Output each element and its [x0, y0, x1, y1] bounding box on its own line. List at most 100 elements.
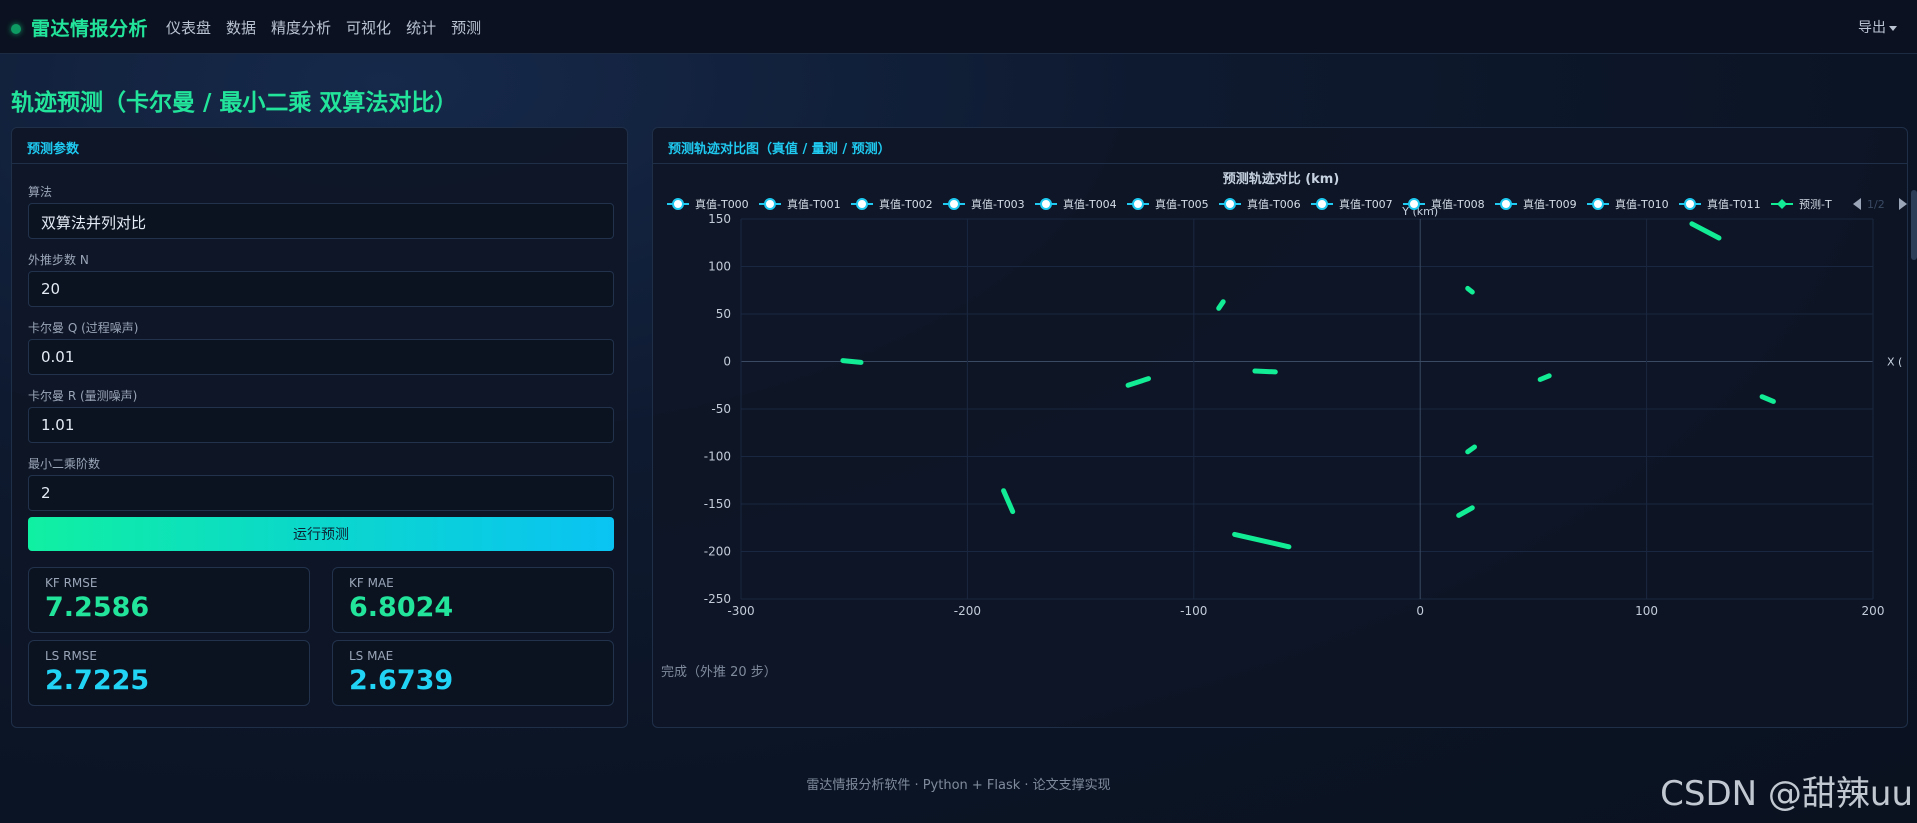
kf-r-input[interactable]: 1.01 [28, 407, 614, 443]
y-tick-label: -100 [704, 450, 731, 464]
legend-marker-icon [856, 198, 868, 210]
legend-marker-icon [1132, 198, 1144, 210]
legend-entry: 真值-T011 [1707, 197, 1761, 211]
nav-statistics[interactable]: 统计 [406, 17, 436, 38]
trajectory-path [1537, 373, 1552, 382]
algorithm-select[interactable]: 双算法并列对比 [28, 203, 614, 239]
export-dropdown[interactable]: 导出 [1858, 17, 1897, 37]
nav-prediction[interactable]: 预测 [451, 17, 481, 38]
params-header: 预测参数 [12, 128, 627, 164]
y-tick-label: 100 [708, 260, 731, 274]
legend-entry: 真值-T007 [1339, 197, 1393, 211]
trajectory-path [1216, 299, 1226, 311]
kf-q-input[interactable]: 0.01 [28, 339, 614, 375]
legend-next-icon [1899, 198, 1907, 210]
trajectory-path [1125, 376, 1151, 388]
legend-marker-icon [1592, 198, 1604, 210]
trajectory-path [1456, 505, 1475, 518]
run-prediction-button[interactable]: 运行预测 [28, 517, 614, 551]
legend-marker-icon [1684, 198, 1696, 210]
legend-pager: 1/2 [1867, 198, 1885, 211]
trajectory-path [1232, 531, 1292, 550]
kf-rmse-card: KF RMSE 7.2586 [28, 567, 310, 633]
trajectory-path [1465, 285, 1475, 295]
ls-order-label: 最小二乘阶数 [28, 457, 101, 471]
x-tick-label: -300 [727, 604, 754, 618]
nav-dashboard[interactable]: 仪表盘 [166, 17, 211, 38]
footer: 雷达情报分析软件 · Python + Flask · 论文支撑实现 [806, 778, 1111, 793]
x-tick-label: 0 [1416, 604, 1424, 618]
trajectory-path [1465, 444, 1477, 455]
brand-logo-icon [11, 24, 21, 34]
prediction-params-panel: 预测参数 算法 双算法并列对比 外推步数 N 20 卡尔曼 Q (过程噪声) 0… [11, 127, 628, 728]
y-tick-label: 150 [708, 212, 731, 226]
legend-marker-icon [1040, 198, 1052, 210]
chart-header: 预测轨迹对比图（真值 / 量测 / 预测） [653, 128, 1907, 164]
trajectory-path [1689, 221, 1722, 241]
legend-entry: 真值-T010 [1615, 197, 1669, 211]
kf-mae-label: KF MAE [349, 576, 394, 590]
y-tick-label: -200 [704, 545, 731, 559]
legend-entry: 真值-T002 [879, 197, 933, 211]
legend-prev-icon [1853, 198, 1861, 210]
legend-marker-icon [1777, 199, 1787, 209]
y-tick-label: 0 [723, 355, 731, 369]
legend-entry: 真值-T004 [1063, 197, 1117, 211]
nav-visualization[interactable]: 可视化 [346, 17, 391, 38]
legend-entry: 预测-T [1799, 198, 1832, 211]
status-text: 完成（外推 20 步） [661, 665, 777, 680]
kf-rmse-value: 7.2586 [45, 592, 150, 623]
legend-marker-icon [1500, 198, 1512, 210]
x-tick-label: -100 [1180, 604, 1207, 618]
ls-rmse-label: LS RMSE [45, 649, 98, 663]
ls-mae-label: LS MAE [349, 649, 394, 663]
chart-title: 预测轨迹对比 (km) [1223, 171, 1340, 187]
brand-title[interactable]: 雷达情报分析 [31, 14, 148, 41]
trajectory-chart-panel: 预测轨迹对比图（真值 / 量测 / 预测） 150 100 50 0 -50 -100 -1… [652, 127, 1908, 728]
trajectory-chart[interactable]: 150100500-50-100-150-200-250-300 -200 -100… [653, 165, 1909, 655]
legend-entry: 真值-T000 [695, 197, 749, 211]
legend-entry: 真值-T008 [1431, 197, 1485, 211]
watermark: CSDN @甜辣uu [1660, 774, 1913, 814]
navbar: 雷达情报分析 仪表盘 数据 精度分析 可视化 统计 预测 导出 [0, 0, 1917, 54]
steps-input[interactable]: 20 [28, 271, 614, 307]
x-tick-label: 100 [1635, 604, 1658, 618]
legend-entry: 真值-T009 [1523, 197, 1577, 211]
legend-marker-icon [1224, 198, 1236, 210]
trajectory-path [1252, 368, 1278, 375]
nav-accuracy[interactable]: 精度分析 [271, 17, 331, 38]
algorithm-label: 算法 [28, 185, 53, 199]
steps-label: 外推步数 N [28, 253, 89, 267]
export-label: 导出 [1858, 20, 1886, 36]
page-title: 轨迹预测（卡尔曼 / 最小二乘 双算法对比） [11, 90, 458, 116]
trajectory-path [840, 358, 864, 365]
ls-rmse-card: LS RMSE 2.7225 [28, 640, 310, 706]
kf-q-label: 卡尔曼 Q (过程噪声) [28, 321, 139, 335]
x-tick-label: -200 [954, 604, 981, 618]
trajectory-path [1759, 394, 1776, 404]
legend-marker-icon [948, 198, 960, 210]
trajectory-path [1001, 488, 1016, 515]
legend-entry: 真值-T005 [1155, 197, 1209, 211]
x-tick-label: 200 [1862, 604, 1885, 618]
ls-rmse-value: 2.7225 [45, 665, 150, 696]
caret-down-icon [1889, 25, 1897, 31]
ls-order-input[interactable]: 2 [28, 475, 614, 511]
legend-marker-icon [672, 198, 684, 210]
x-axis-label: X ( [1887, 356, 1902, 369]
y-tick-label: -50 [711, 402, 731, 416]
legend-marker-icon [1408, 198, 1420, 210]
legend-entry: 真值-T003 [971, 197, 1025, 211]
nav-data[interactable]: 数据 [226, 17, 256, 38]
kf-mae-value: 6.8024 [349, 592, 454, 623]
legend-marker-icon [1316, 198, 1328, 210]
legend-entry: 真值-T006 [1247, 197, 1301, 211]
legend-entry: 真值-T001 [787, 197, 841, 211]
kf-r-label: 卡尔曼 R (量测噪声) [28, 389, 138, 403]
kf-mae-card: KF MAE 6.8024 [332, 567, 614, 633]
scrollbar-thumb[interactable] [1911, 190, 1917, 260]
nav-links: 仪表盘 数据 精度分析 可视化 统计 预测 [166, 17, 481, 38]
ls-mae-value: 2.6739 [349, 665, 454, 696]
y-tick-label: 50 [716, 307, 731, 321]
legend-marker-icon [764, 198, 776, 210]
